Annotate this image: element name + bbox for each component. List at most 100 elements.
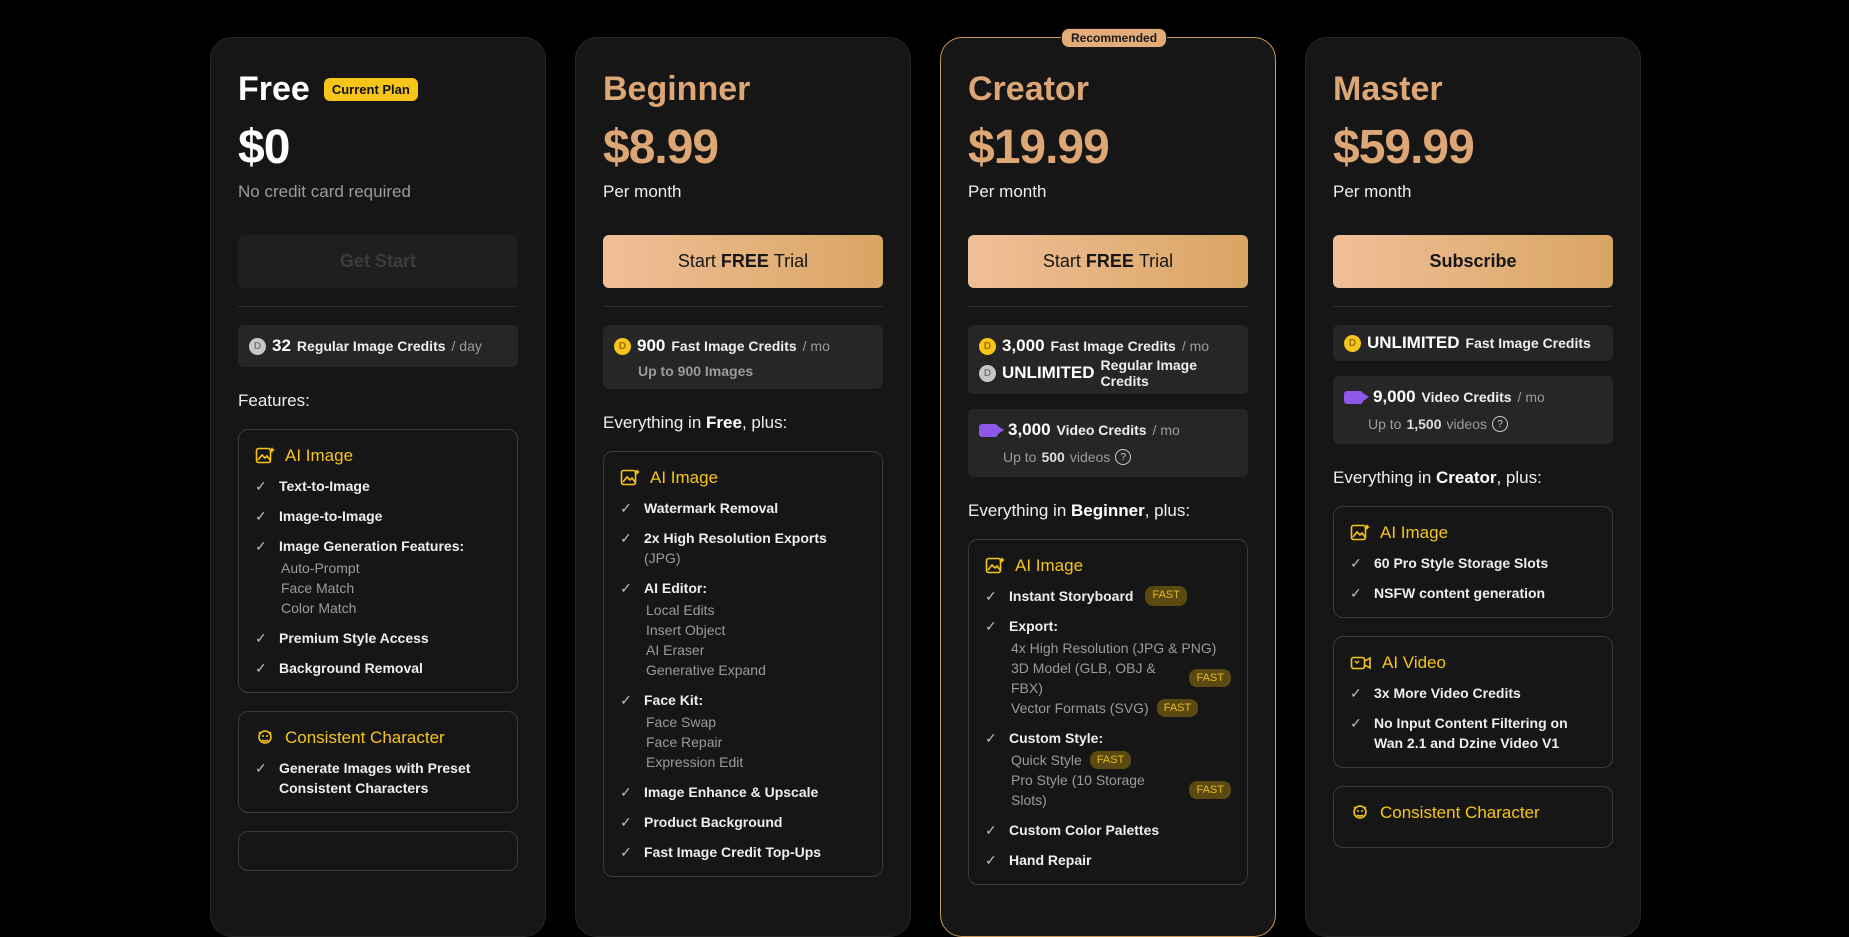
everything-heading: Everything in Creator, plus: [1333, 468, 1542, 487]
check-icon: ✓ [255, 660, 267, 676]
check-icon: ✓ [255, 760, 267, 776]
image-sparkle-icon [255, 447, 275, 464]
plan-price: $8.99 [603, 121, 719, 174]
check-icon: ✓ [1350, 715, 1362, 731]
feature-item: ✓ Export: [985, 618, 1058, 634]
feature-box-ai-image: AI Image ✓ 60 Pro Style Storage Slots ✓ NS… [1333, 506, 1613, 618]
feature-box-ai-image: AI Image ✓ Watermark Removal ✓ 2x High Res… [603, 451, 883, 877]
feature-item: ✓ Hand Repair [985, 852, 1092, 868]
check-icon: ✓ [620, 580, 632, 596]
get-start-button[interactable]: Get Start [238, 235, 518, 288]
check-icon: ✓ [985, 730, 997, 746]
check-icon: ✓ [620, 530, 632, 546]
feature-item: ✓ Image Generation Features: [255, 538, 465, 554]
feature-sublist: Quick Style FAST Pro Style (10 Storage Sl… [1011, 750, 1231, 810]
check-icon: ✓ [620, 814, 632, 830]
start-free-trial-button[interactable]: Start FREE Trial [603, 235, 883, 288]
help-icon[interactable]: ? [1491, 416, 1508, 432]
feature-item: ✓ Instant Storyboard FAST [985, 586, 1231, 606]
plan-card-free: Free Current Plan $0 No credit card requ… [210, 37, 546, 937]
feature-item: ✓ Background Removal [255, 660, 423, 676]
divider [1333, 306, 1613, 307]
feature-item: ✓ NSFW content generation [1350, 585, 1546, 601]
plan-card-master: Master $59.99 Per month Subscribe D UNLI… [1305, 37, 1641, 937]
check-icon: ✓ [1350, 685, 1362, 701]
feature-box-ai-image: AI Image ✓ Text-to-Image ✓ Image-to-Image … [238, 429, 518, 693]
divider [603, 306, 883, 307]
current-plan-badge: Current Plan [323, 77, 418, 101]
check-icon: ✓ [620, 692, 632, 708]
check-icon: ✓ [985, 852, 997, 868]
coin-icon: D [979, 337, 996, 355]
plan-note: Per month [1333, 182, 1412, 201]
image-sparkle-icon [985, 557, 1005, 574]
feature-sublist: Face Swap Face Repair Expression Edit [646, 714, 744, 770]
feature-box-consistent-character: Consistent Character [1333, 786, 1613, 848]
fast-badge: FAST [1089, 751, 1132, 769]
feature-sublist: Auto-Prompt Face Match Color Match [281, 560, 360, 616]
video-camera-icon [1344, 390, 1369, 404]
video-sparkle-icon [1350, 656, 1371, 670]
feature-sublist: 4x High Resolution (JPG & PNG) 3D Model … [1011, 638, 1231, 718]
plan-name: Free [238, 69, 310, 108]
check-icon: ✓ [255, 478, 267, 494]
feature-box-consistent-character: Consistent Character ✓ Generate Images wi… [238, 711, 518, 813]
feature-box-ai-video: AI Video ✓ 3x More Video Credits ✓ No Inpu… [1333, 636, 1613, 768]
check-icon: ✓ [1350, 555, 1362, 571]
feature-item: ✓ Text-to-Image [255, 478, 370, 494]
feature-item: ✓ Face Kit: [620, 692, 704, 708]
check-icon: ✓ [985, 822, 997, 838]
plan-price: $0 [238, 121, 290, 174]
feature-item: ✓ No Input Content Filtering on Wan 2.1 a… [1350, 715, 1568, 751]
plan-name: Master [1333, 69, 1443, 108]
coin-icon: D [614, 337, 631, 355]
credit-box: D UNLIMITED Fast Image Credits [1333, 325, 1613, 361]
subscribe-button[interactable]: Subscribe [1333, 235, 1613, 288]
feature-item: ✓ Image-to-Image [255, 508, 383, 524]
check-icon: ✓ [620, 844, 632, 860]
plan-card-creator: Creator $19.99 Per month Start FREE Trial … [940, 37, 1276, 937]
image-sparkle-icon [1350, 524, 1370, 541]
fast-badge: FAST [1189, 669, 1231, 687]
credit-box: D 32 Regular Image Credits / day [238, 325, 518, 367]
feature-item: ✓ Fast Image Credit Top-Ups [620, 844, 822, 860]
divider [238, 306, 518, 307]
coin-icon: D [1344, 334, 1361, 352]
plan-price: $19.99 [968, 121, 1110, 174]
credit-box: D 900 Fast Image Credits / mo Up to 900 … [603, 325, 883, 389]
divider [968, 306, 1248, 307]
everything-heading: Everything in Beginner, plus: [968, 501, 1191, 520]
features-heading: Features: [238, 391, 310, 410]
start-free-trial-button[interactable]: Start FREE Trial [968, 235, 1248, 288]
plan-note: Per month [603, 182, 682, 201]
check-icon: ✓ [255, 538, 267, 554]
everything-heading: Everything in Free, plus: [603, 413, 788, 432]
plan-name: Creator [968, 69, 1089, 108]
check-icon: ✓ [255, 630, 267, 646]
check-icon: ✓ [255, 508, 267, 524]
plan-name: Beginner [603, 69, 751, 108]
plan-card-beginner: Beginner $8.99 Per month Start FREE Trial … [575, 37, 911, 937]
feature-item: ✓ Generate Images with Preset Consistent … [255, 760, 471, 796]
character-icon [1353, 805, 1367, 819]
check-icon: ✓ [620, 500, 632, 516]
feature-item: ✓ 3x More Video Credits [1350, 685, 1521, 701]
fast-badge: FAST [1145, 586, 1187, 606]
video-credit-box: 9,000 Video Credits / mo Up to 1,500 video… [1333, 376, 1613, 444]
recommended-badge: Recommended [1061, 28, 1168, 48]
check-icon: ✓ [1350, 585, 1362, 601]
plan-note: No credit card required [238, 182, 411, 201]
coin-icon: D [979, 364, 996, 382]
feature-item: ✓ Watermark Removal [620, 500, 779, 516]
help-icon[interactable]: ? [1115, 449, 1132, 465]
fast-badge: FAST [1156, 699, 1199, 717]
feature-item: ✓ Premium Style Access [255, 630, 429, 646]
feature-box [238, 831, 518, 871]
image-sparkle-icon [620, 469, 640, 486]
video-credit-box: 3,000 Video Credits / mo Up to 500 videos … [968, 409, 1248, 477]
check-icon: ✓ [985, 618, 997, 634]
plan-price: $59.99 [1333, 121, 1475, 174]
feature-sublist: Local Edits Insert Object AI Eraser Gene… [646, 602, 766, 678]
feature-item: ✓ AI Editor: [620, 580, 707, 596]
feature-item: ✓ 2x High Resolution Exports (JPG) [620, 530, 827, 566]
